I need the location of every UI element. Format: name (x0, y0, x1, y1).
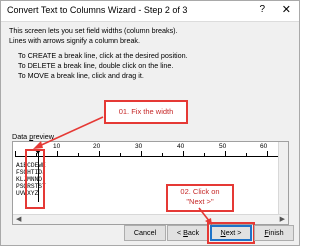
wizard-dialog: Convert Text to Columns Wizard - Step 2 … (0, 0, 300, 246)
ruler-tick (162, 153, 163, 156)
ruler-tick (78, 153, 79, 156)
ruler-tick (225, 151, 226, 156)
ruler-tick (183, 151, 184, 156)
instruction-create: To CREATE a break line, click at the des… (18, 51, 188, 60)
help-button[interactable]: ? (259, 4, 265, 15)
data-preview-pane[interactable]: 10 20 30 40 50 60 A1BCDEWE FSGHTIDJ KLJM… (12, 141, 289, 225)
ruler-tick (141, 151, 142, 156)
finish-button[interactable]: Finish (254, 225, 294, 241)
ruler-number: 30 (135, 143, 143, 150)
back-button[interactable]: < Back (167, 225, 209, 241)
scroll-left-icon[interactable]: ◀ (16, 215, 21, 223)
vertical-scrollbar[interactable] (278, 142, 288, 214)
ruler-tick (15, 151, 16, 156)
next-button[interactable]: Next > (210, 225, 252, 241)
ruler-number: 40 (177, 143, 185, 150)
fix-width-highlight (25, 149, 45, 209)
ruler-number: 50 (219, 143, 227, 150)
scroll-right-icon[interactable]: ▶ (280, 215, 285, 223)
ruler-baseline (15, 156, 281, 157)
fix-width-callout: 01. Fix the width (104, 100, 188, 124)
instruction-delete: To DELETE a break line, double click on … (18, 61, 174, 70)
close-button[interactable]: ✕ (282, 3, 291, 16)
ruler-tick (204, 153, 205, 156)
instruction-line-2: Lines with arrows signify a column break… (9, 36, 141, 45)
fix-width-arrow-icon (33, 116, 104, 149)
ruler-tick (267, 151, 268, 156)
ruler-tick (246, 153, 247, 156)
ruler-tick (120, 153, 121, 156)
instruction-line-1: This screen lets you set field widths (c… (9, 26, 178, 35)
title-bar: Convert Text to Columns Wizard - Step 2 … (1, 1, 299, 22)
ruler-number: 60 (260, 143, 268, 150)
window-title: Convert Text to Columns Wizard - Step 2 … (7, 5, 188, 15)
cancel-button[interactable]: Cancel (124, 225, 166, 241)
instruction-move: To MOVE a break line, click and drag it. (18, 71, 144, 80)
